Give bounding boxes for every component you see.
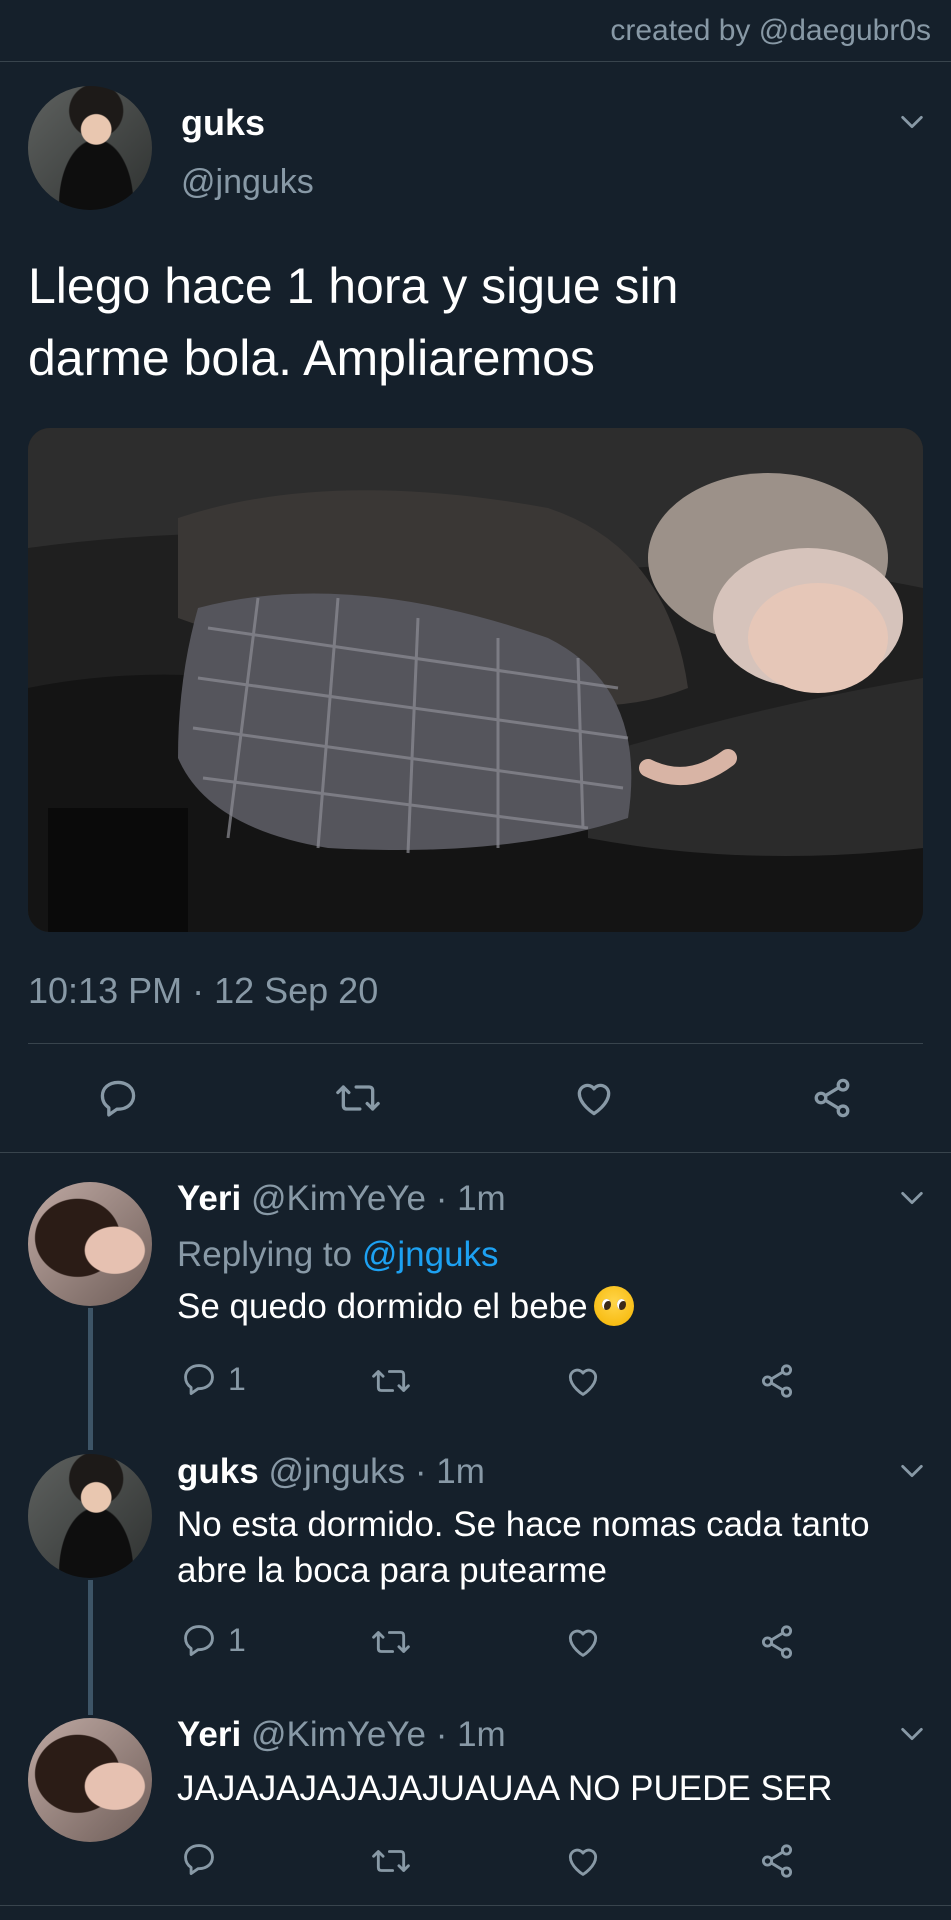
- retweet-icon[interactable]: [370, 1362, 412, 1400]
- like-icon[interactable]: [572, 1076, 616, 1120]
- tweet-text: Llego hace 1 hora y sigue sin darme bola…: [28, 258, 679, 386]
- divider: [28, 1043, 923, 1044]
- reply-author-handle[interactable]: @jnguks: [268, 1452, 405, 1491]
- thread-connector: [88, 1308, 93, 1450]
- reply-count: 1: [228, 1360, 246, 1397]
- reply-author-name[interactable]: Yeri: [177, 1179, 241, 1218]
- author-avatar[interactable]: [28, 86, 152, 210]
- chevron-down-icon[interactable]: [898, 1720, 926, 1748]
- share-icon[interactable]: [758, 1842, 796, 1880]
- chevron-down-icon[interactable]: [898, 1457, 926, 1485]
- reply-action[interactable]: [180, 1840, 228, 1878]
- reply-text: JAJAJAJAJAJAJUAUAA NO PUEDE SER: [177, 1769, 833, 1808]
- replying-to-link[interactable]: @jnguks: [362, 1235, 499, 1274]
- chevron-down-icon[interactable]: [898, 1184, 926, 1212]
- reply-header: guks @jnguks · 1m: [177, 1452, 485, 1492]
- replying-to: Replying to @jnguks: [177, 1235, 499, 1275]
- reply-author-name[interactable]: guks: [177, 1452, 259, 1491]
- retweet-icon[interactable]: [370, 1623, 412, 1661]
- reply-time: · 1m: [414, 1452, 485, 1491]
- reply-avatar[interactable]: [28, 1718, 152, 1842]
- retweet-icon[interactable]: [370, 1842, 412, 1880]
- reply-author-handle[interactable]: @KimYeYe: [251, 1715, 426, 1754]
- reply-icon: [184, 1844, 214, 1875]
- reply-time: · 1m: [435, 1179, 506, 1218]
- replying-prefix: Replying to: [177, 1235, 353, 1274]
- reply-header: Yeri @KimYeYe · 1m: [177, 1715, 506, 1755]
- credit-watermark: created by @daegubr0s: [610, 14, 931, 47]
- reply-count: 1: [228, 1621, 246, 1658]
- sleeping-person-photo: [28, 428, 923, 932]
- like-icon[interactable]: [564, 1623, 602, 1661]
- divider: [0, 61, 951, 62]
- divider: [0, 1152, 951, 1153]
- reply-avatar[interactable]: [28, 1454, 152, 1578]
- pleading-face-icon: [593, 1286, 634, 1326]
- reply-icon[interactable]: [96, 1076, 140, 1120]
- tweet-photo[interactable]: [28, 428, 923, 932]
- reply-author-handle[interactable]: @KimYeYe: [251, 1179, 426, 1218]
- reply-text-content: Se quedo dormido el bebe: [177, 1287, 588, 1326]
- reply-text: Se quedo dormido el bebe: [177, 1284, 937, 1330]
- like-icon[interactable]: [564, 1362, 602, 1400]
- reply-action[interactable]: 1: [180, 1360, 246, 1398]
- reply-header: Yeri @KimYeYe · 1m: [177, 1179, 506, 1219]
- divider: [0, 1905, 951, 1906]
- share-icon[interactable]: [758, 1362, 796, 1400]
- retweet-icon[interactable]: [334, 1076, 382, 1120]
- share-icon[interactable]: [810, 1076, 854, 1120]
- chevron-down-icon[interactable]: [898, 108, 926, 136]
- reply-avatar[interactable]: [28, 1182, 152, 1306]
- reply-action[interactable]: 1: [180, 1621, 246, 1659]
- reply-text: No esta dormido. Se hace nomas cada tant…: [177, 1505, 870, 1590]
- author-name[interactable]: guks: [181, 102, 265, 144]
- reply-time: · 1m: [435, 1715, 506, 1754]
- reply-icon: [184, 1625, 214, 1656]
- tweet-timestamp[interactable]: 10:13 PM · 12 Sep 20: [28, 970, 378, 1012]
- share-icon[interactable]: [758, 1623, 796, 1661]
- like-icon[interactable]: [564, 1842, 602, 1880]
- reply-author-name[interactable]: Yeri: [177, 1715, 241, 1754]
- author-handle[interactable]: @jnguks: [181, 163, 314, 202]
- thread-connector: [88, 1580, 93, 1715]
- reply-icon: [184, 1364, 214, 1395]
